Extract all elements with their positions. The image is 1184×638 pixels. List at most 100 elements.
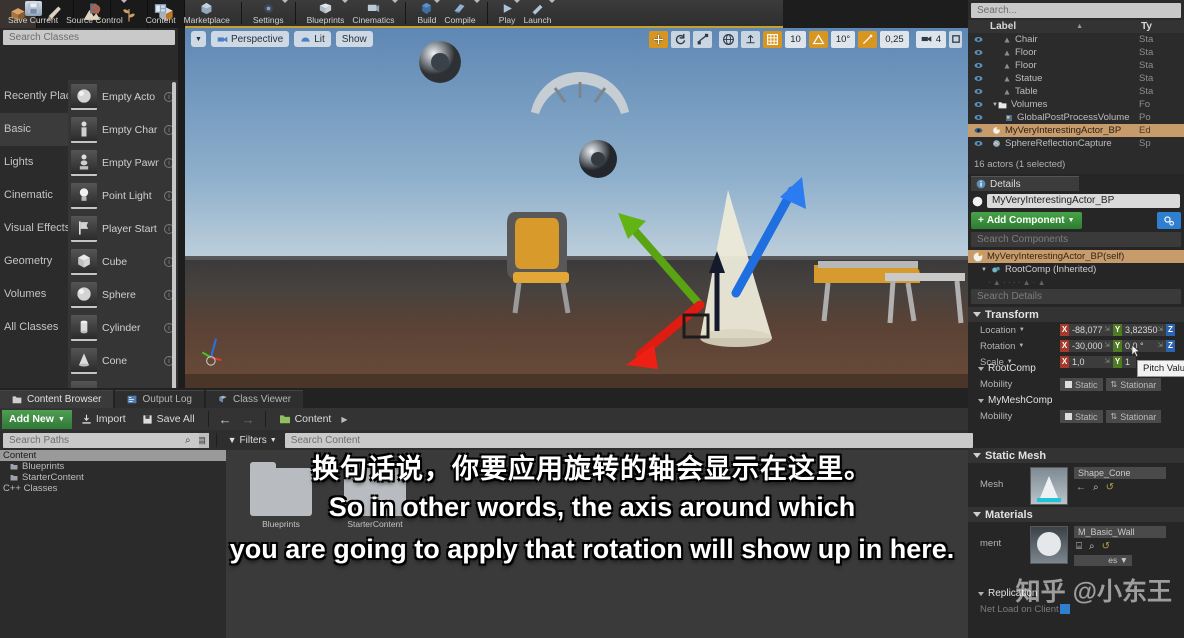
- material-options-dropdown[interactable]: es ▼: [1074, 555, 1132, 566]
- outliner-row-floor[interactable]: Floor Sta: [968, 46, 1184, 59]
- tab-output-log[interactable]: Output Log: [115, 390, 204, 408]
- scale-snap-value[interactable]: 0,25: [880, 30, 909, 48]
- angle-snap-value[interactable]: 10°: [830, 30, 856, 48]
- toolbar-play[interactable]: Play: [495, 0, 520, 26]
- tree-item-cpp-classes[interactable]: C++ Classes: [0, 483, 226, 494]
- reset-material-icon[interactable]: ↺: [1102, 541, 1110, 552]
- toolbar-content[interactable]: Content: [142, 0, 180, 26]
- blueprint-settings-icon[interactable]: [1157, 212, 1181, 229]
- location-x-value[interactable]: -88,077 ⇲: [1069, 324, 1113, 336]
- rootcomp-header[interactable]: RootComp: [968, 361, 1184, 376]
- chevron-down-icon[interactable]: [549, 0, 556, 3]
- reset-asset-icon[interactable]: ↺: [1106, 482, 1114, 493]
- angle-snap-toggle[interactable]: [808, 30, 828, 48]
- materials-header[interactable]: Materials: [968, 507, 1184, 522]
- breadcrumb[interactable]: Content ▶: [272, 410, 355, 429]
- browse-asset-icon[interactable]: ⌕: [1093, 482, 1099, 493]
- mobility-stationary-button[interactable]: ⇅ Stationar: [1105, 410, 1162, 423]
- level-viewport[interactable]: ▼ Perspective Lit Show 10 10° 0,25 4: [185, 28, 968, 388]
- viewport-lit-button[interactable]: Lit: [294, 31, 331, 47]
- category-volumes[interactable]: Volumes: [0, 278, 70, 311]
- static-mesh-asset-name[interactable]: Shape_Cone: [1074, 467, 1166, 479]
- transform-section-header[interactable]: Transform: [968, 307, 1184, 322]
- search-paths-input[interactable]: Search Paths: [3, 432, 199, 448]
- details-tab[interactable]: Details: [971, 176, 1079, 191]
- arrow-right-icon[interactable]: →: [238, 412, 259, 427]
- eye-icon[interactable]: [974, 61, 983, 70]
- category-lights[interactable]: Lights: [0, 146, 70, 179]
- toolbar-blueprints[interactable]: Blueprints: [303, 0, 349, 26]
- outliner-search-input[interactable]: Search...: [971, 3, 1181, 18]
- eye-icon[interactable]: [974, 87, 983, 96]
- import-button[interactable]: Import: [74, 410, 133, 429]
- category-visual-effects[interactable]: Visual Effects: [0, 212, 70, 245]
- scale-snap-toggle[interactable]: [858, 30, 878, 48]
- list-item[interactable]: Empty Acto i: [68, 80, 178, 113]
- chevron-down-icon[interactable]: ▼: [1019, 327, 1025, 333]
- location-x[interactable]: X -88,077 ⇲: [1060, 324, 1113, 336]
- add-component-button[interactable]: + Add Component ▼: [971, 212, 1082, 229]
- viewport-show-button[interactable]: Show: [335, 31, 373, 47]
- eye-icon[interactable]: [974, 74, 983, 83]
- outliner-row-chair[interactable]: Chair Sta: [968, 33, 1184, 46]
- eye-icon[interactable]: [974, 126, 983, 135]
- toolbar-build[interactable]: Build: [413, 0, 441, 26]
- chevron-down-icon[interactable]: [120, 0, 127, 3]
- static-mesh-header[interactable]: Static Mesh: [968, 448, 1184, 463]
- viewport-options-button[interactable]: ▼: [191, 31, 206, 47]
- list-item[interactable]: Empty Char i: [68, 113, 178, 146]
- list-item[interactable]: Cube i: [68, 245, 178, 278]
- outliner-row-volumes[interactable]: ▼ Volumes Fo: [968, 98, 1184, 111]
- viewport-perspective-button[interactable]: Perspective: [210, 31, 290, 47]
- tree-item-startercontent[interactable]: StarterContent: [0, 472, 226, 483]
- grid-item-startercontent[interactable]: StarterContent: [338, 462, 412, 529]
- surface-snap-toggle[interactable]: [741, 30, 761, 48]
- outliner-col-type[interactable]: Ty: [1141, 21, 1152, 32]
- location-y-value[interactable]: 3,82350 ⇲: [1122, 324, 1166, 336]
- tree-item-blueprints[interactable]: Blueprints: [0, 461, 226, 472]
- outliner-row-globalpostprocessvolume[interactable]: GlobalPostProcessVolume Po: [968, 111, 1184, 124]
- world-coordinate-toggle[interactable]: [719, 30, 739, 48]
- location-y[interactable]: Y 3,82350 ⇲: [1113, 324, 1166, 336]
- eye-icon[interactable]: [974, 100, 983, 109]
- search-content-input[interactable]: Search Content: [284, 432, 974, 448]
- actor-name-field[interactable]: MyVeryInterestingActor_BP: [987, 194, 1180, 208]
- category-cinematic[interactable]: Cinematic: [0, 179, 70, 212]
- list-item[interactable]: Cylinder i: [68, 311, 178, 344]
- tab-content-browser[interactable]: Content Browser: [0, 390, 114, 408]
- breadcrumb-arrow-icon[interactable]: ▶: [341, 415, 347, 424]
- rotation-x[interactable]: X -30,000 ⇲: [1060, 340, 1113, 352]
- list-item[interactable]: Empty Pawn i: [68, 146, 178, 179]
- grid-snap-toggle[interactable]: [763, 30, 783, 48]
- outliner-row-table[interactable]: Table Sta: [968, 85, 1184, 98]
- chevron-down-icon[interactable]: [281, 0, 288, 3]
- toolbar-launch[interactable]: Launch: [520, 0, 556, 26]
- scale-tool[interactable]: [693, 30, 713, 48]
- chevron-down-icon[interactable]: [392, 0, 399, 3]
- category-all-classes[interactable]: All Classes: [0, 311, 70, 344]
- mymeshcomp-header[interactable]: MyMeshComp: [968, 393, 1184, 408]
- outliner-row-floor-2[interactable]: Floor Sta: [968, 59, 1184, 72]
- mobility-static-button[interactable]: Static: [1060, 410, 1103, 423]
- search-components-input[interactable]: Search Components: [971, 232, 1181, 247]
- camera-speed-control[interactable]: 4: [915, 30, 946, 48]
- eye-icon[interactable]: [974, 139, 983, 148]
- table-actor[interactable]: [885, 263, 968, 333]
- tab-class-viewer[interactable]: Class Viewer: [205, 390, 304, 408]
- eye-icon[interactable]: [974, 48, 983, 57]
- search-details-input[interactable]: Search Details: [971, 289, 1181, 304]
- outliner-row-statue[interactable]: Statue Sta: [968, 72, 1184, 85]
- toolbar-save-current[interactable]: Save Current: [4, 0, 62, 26]
- rotate-tool[interactable]: [671, 30, 691, 48]
- list-item[interactable]: Point Light i: [68, 179, 178, 212]
- mobility-stationary-button[interactable]: ⇅ Stationar: [1105, 378, 1162, 391]
- outliner-row-spherereflectioncapture[interactable]: SphereReflectionCapture Sp: [968, 137, 1184, 150]
- select-translate-tool[interactable]: [649, 30, 669, 48]
- save-all-button[interactable]: Save All: [135, 410, 202, 429]
- rotation-y-value[interactable]: 0,0 ° ⇲: [1122, 340, 1166, 352]
- browse-material-icon[interactable]: ⌕: [1089, 541, 1095, 552]
- viewport-maximize-button[interactable]: [949, 30, 962, 48]
- eye-icon[interactable]: [974, 35, 983, 44]
- rotation-x-value[interactable]: -30,000 ⇲: [1069, 340, 1113, 352]
- add-new-button[interactable]: Add New ▼: [2, 409, 72, 429]
